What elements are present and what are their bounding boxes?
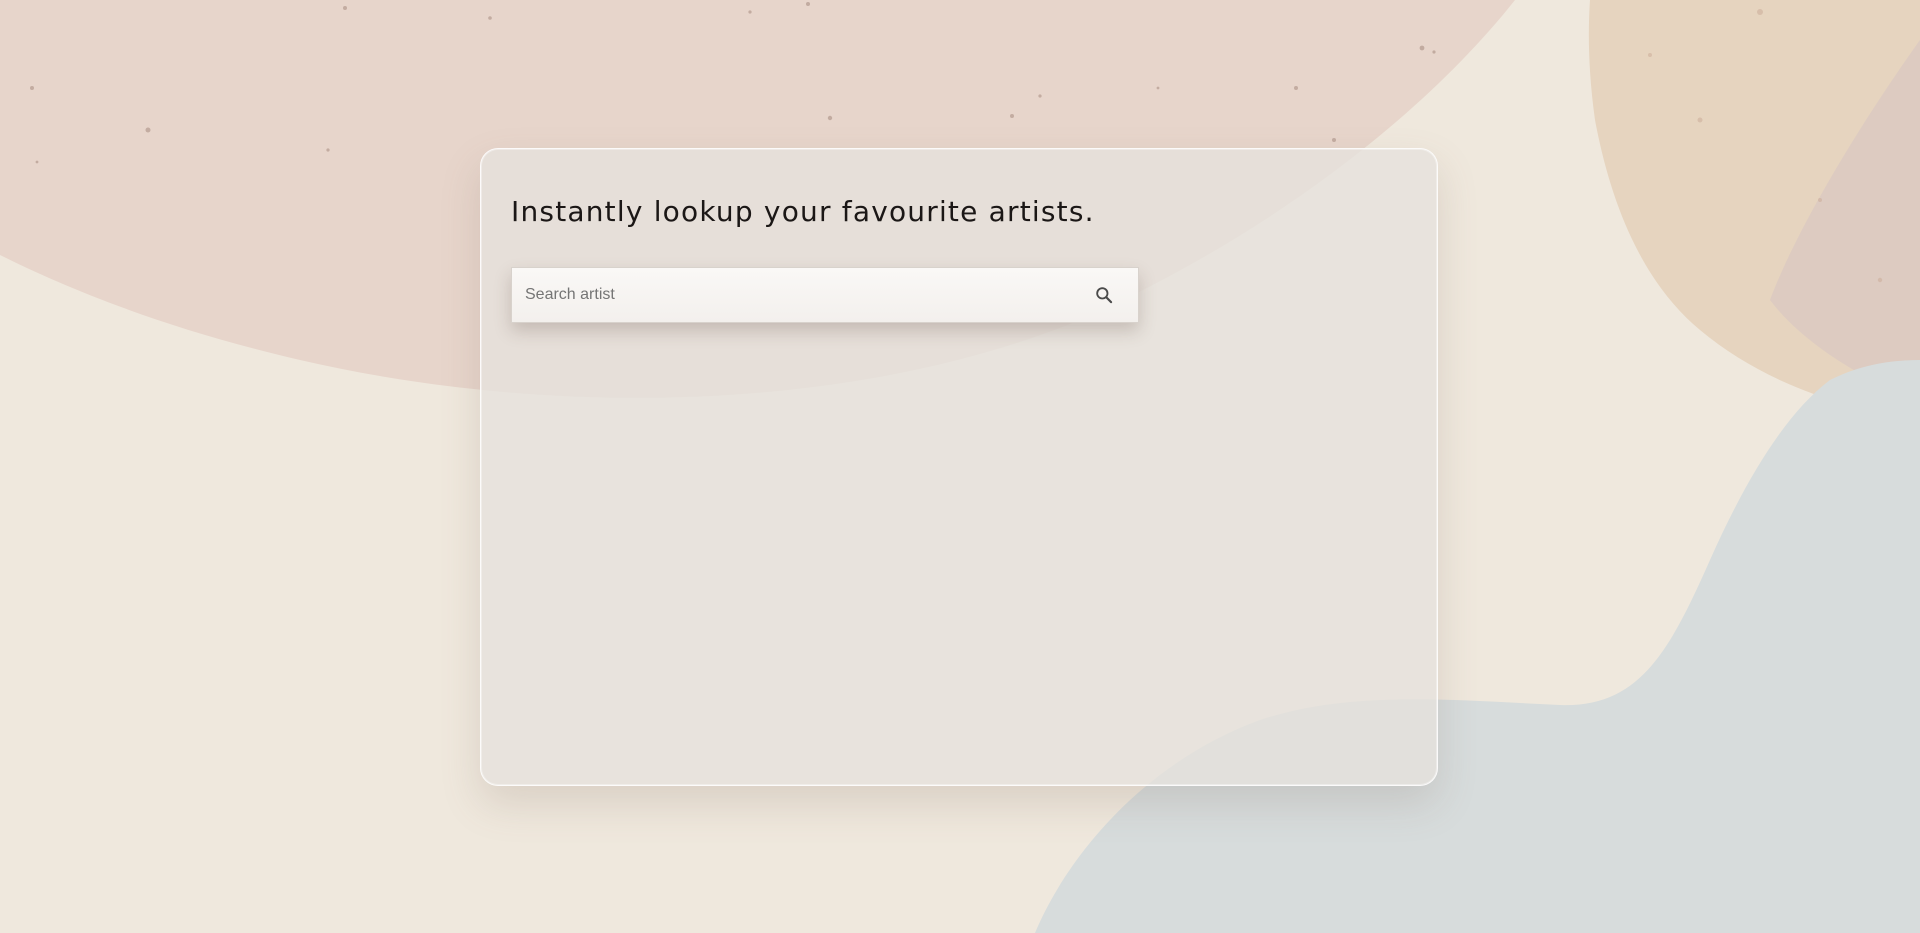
- search-button[interactable]: [1076, 268, 1132, 322]
- page-title: Instantly lookup your favourite artists.: [511, 195, 1095, 228]
- search-card: Instantly lookup your favourite artists.: [480, 148, 1438, 786]
- search-input[interactable]: [512, 268, 1076, 322]
- search-icon: [1096, 287, 1113, 304]
- search-bar: [511, 267, 1139, 323]
